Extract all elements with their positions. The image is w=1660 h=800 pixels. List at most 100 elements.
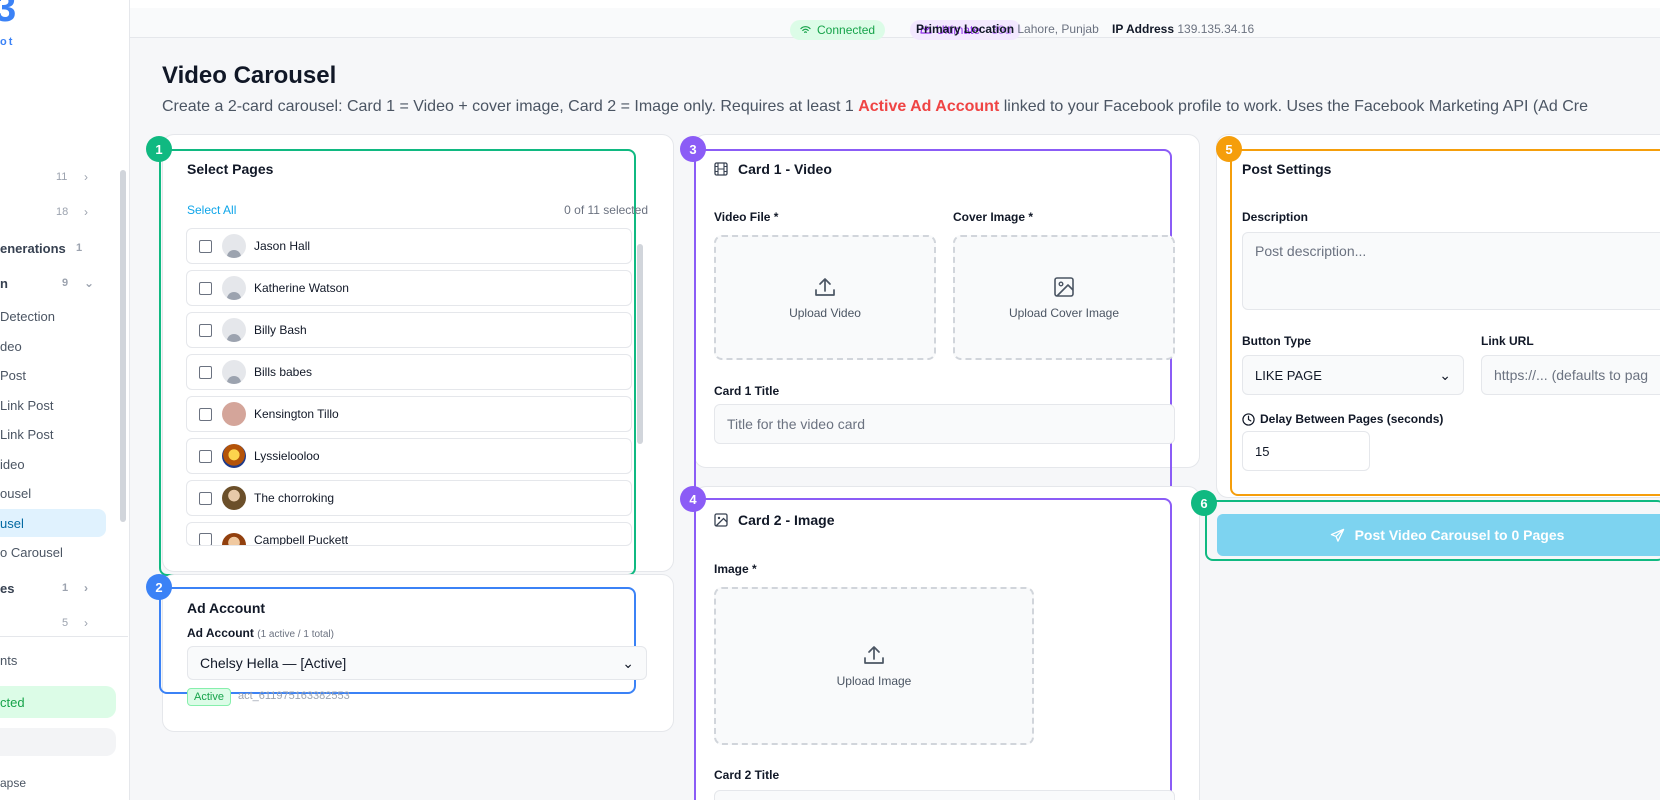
sidebar-item[interactable]: ideo <box>0 452 116 476</box>
sidebar-item-count: 1 <box>76 242 83 254</box>
sidebar-item[interactable]: 5 › <box>0 611 116 635</box>
sidebar-scrollbar[interactable] <box>120 170 126 522</box>
upload-cover-label: Upload Cover Image <box>1008 305 1120 320</box>
sidebar-item[interactable]: ousel <box>0 481 116 505</box>
page-row[interactable]: Billy Bash <box>186 312 632 348</box>
delay-label-text: Delay Between Pages (seconds) <box>1260 412 1444 426</box>
link-url-input[interactable]: https://... (defaults to pag <box>1481 355 1660 395</box>
sidebar-item-count: 18 <box>56 206 69 218</box>
ip-address: IP Address 139.135.34.16 <box>1112 22 1254 36</box>
connected-label: Connected <box>817 23 876 37</box>
page-name: Campbell Puckett <box>254 533 349 546</box>
upload-image-label: Upload Image <box>836 674 912 688</box>
button-type-select[interactable]: LIKE PAGE ⌄ <box>1242 355 1464 395</box>
sidebar-item[interactable]: deo <box>0 334 116 358</box>
step-4-badge: 4 <box>680 486 706 512</box>
sidebar-item-count: 1 <box>62 582 69 594</box>
post-video-carousel-button[interactable]: Post Video Carousel to 0 Pages <box>1217 514 1660 556</box>
upload-video-label: Upload Video <box>789 305 861 320</box>
page-row[interactable]: The chorroking <box>186 480 632 516</box>
avatar <box>222 318 246 342</box>
page-title: Video Carousel <box>162 62 337 89</box>
card-2-title: Card 2 - Image <box>714 512 834 528</box>
sidebar-pill[interactable] <box>0 728 116 756</box>
chevron-right-icon: › <box>84 616 88 630</box>
sidebar-item-label: nts <box>0 652 18 668</box>
sidebar-item-label: Link Post <box>0 426 54 442</box>
upload-image-dropzone[interactable]: Upload Image <box>714 587 1034 745</box>
page-row[interactable]: Lyssielooloo <box>186 438 632 474</box>
collapse-button[interactable]: apse <box>0 771 116 795</box>
page-checkbox[interactable] <box>199 449 212 463</box>
avatar <box>222 234 246 258</box>
card-1-title-input[interactable]: Title for the video card <box>714 404 1175 444</box>
sidebar-item[interactable]: 18 › <box>0 200 116 224</box>
sidebar-divider <box>0 636 128 637</box>
page-checkbox[interactable] <box>199 491 212 505</box>
sidebar-item-video-carousel[interactable]: usel <box>0 509 106 537</box>
page-checkbox[interactable] <box>199 407 212 421</box>
page-row[interactable]: Campbell Puckett <box>186 522 632 546</box>
select-pages-title: Select Pages <box>187 161 274 177</box>
description-textarea[interactable]: Post description... <box>1242 232 1660 310</box>
post-button-label: Post Video Carousel to 0 Pages <box>1354 527 1565 543</box>
step-6-badge: 6 <box>1191 490 1217 516</box>
avatar <box>222 444 246 468</box>
page-row[interactable]: Kensington Tillo <box>186 396 632 432</box>
chevron-down-icon: ⌄ <box>1439 366 1451 383</box>
page-checkbox[interactable] <box>199 239 212 253</box>
delay-label: Delay Between Pages (seconds) <box>1242 412 1443 426</box>
sidebar-item[interactable]: nts <box>0 648 116 672</box>
select-all-link[interactable]: Select All <box>187 203 236 217</box>
sidebar-item[interactable]: o Carousel <box>0 540 116 564</box>
page-name: Billy Bash <box>254 323 307 337</box>
sidebar-item-count: 11 <box>56 171 68 183</box>
card-2-title-label: Card 2 Title <box>714 768 780 782</box>
card-2-title-input[interactable] <box>714 790 1175 800</box>
ad-account-select[interactable]: Chelsy Hella — [Active] ⌄ <box>187 646 647 680</box>
collapse-label: apse <box>0 776 27 790</box>
page-checkbox[interactable] <box>199 365 212 379</box>
sidebar-item[interactable]: n 9 ⌄ <box>0 271 116 295</box>
status-badge: Active <box>187 688 231 706</box>
avatar <box>222 402 246 426</box>
page-checkbox[interactable] <box>199 323 212 337</box>
step-5-badge: 5 <box>1216 136 1242 162</box>
delay-value: 15 <box>1255 443 1270 459</box>
sidebar-item-count: 9 <box>62 277 69 289</box>
sidebar-item[interactable]: es 1 › <box>0 576 116 600</box>
sidebar-item[interactable]: Link Post <box>0 422 116 446</box>
wifi-icon <box>800 26 811 33</box>
sidebar-item[interactable]: Post <box>0 363 116 387</box>
connection-status-label: cted <box>0 694 25 710</box>
link-url-placeholder: https://... (defaults to pag <box>1494 367 1649 383</box>
button-type-value: LIKE PAGE <box>1255 367 1322 383</box>
sidebar-item-label: Link Post <box>0 397 54 413</box>
sidebar-item[interactable]: Detection <box>0 304 116 328</box>
upload-video-dropzone[interactable]: Upload Video <box>714 235 936 360</box>
page-row[interactable]: Katherine Watson <box>186 270 632 306</box>
upload-cover-dropzone[interactable]: Upload Cover Image <box>953 235 1175 360</box>
send-icon <box>1330 528 1344 542</box>
post-settings-title: Post Settings <box>1242 161 1332 177</box>
step-2-badge: 2 <box>146 574 172 600</box>
top-status-bar: Connected Ultimate · 39d Primary Locatio… <box>130 0 1660 40</box>
ip-label: IP Address <box>1112 22 1175 36</box>
sidebar-item[interactable]: Link Post <box>0 393 116 417</box>
sidebar-item[interactable]: 11 › <box>0 165 116 189</box>
page-row[interactable]: Jason Hall <box>186 228 632 264</box>
step-3-badge: 3 <box>680 136 706 162</box>
delay-input[interactable]: 15 <box>1242 431 1370 471</box>
upload-icon <box>864 646 884 664</box>
page-name: Jason Hall <box>254 239 311 253</box>
sidebar-item-label: es <box>0 580 15 596</box>
primary-location: Primary Location Lahore, Punjab <box>916 22 1099 36</box>
page-row[interactable]: Bills babes <box>186 354 632 390</box>
pages-list-scrollbar[interactable] <box>637 244 643 444</box>
page-checkbox[interactable] <box>199 533 212 545</box>
sidebar-item[interactable]: enerations 1 <box>0 236 116 260</box>
ad-account-id: act_611975163382553 <box>238 690 350 702</box>
film-icon <box>714 162 728 176</box>
page-name: The chorroking <box>254 491 335 505</box>
page-checkbox[interactable] <box>199 281 212 295</box>
